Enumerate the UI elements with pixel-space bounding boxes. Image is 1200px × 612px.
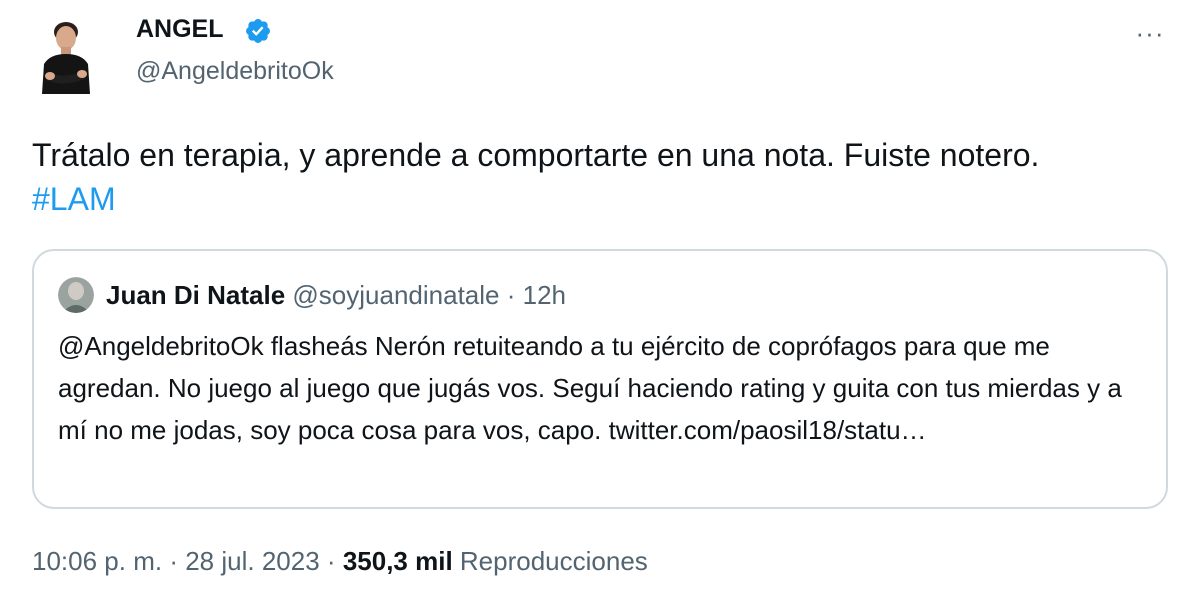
quoted-header: Juan Di Natale @soyjuandinatale · 12h (106, 277, 566, 313)
views-label: Reproducciones (459, 546, 648, 576)
quoted-text: @AngeldebritoOk flasheás Nerón retuitean… (58, 331, 1122, 445)
quoted-author-name: Juan Di Natale (106, 280, 286, 310)
verified-badge-icon (244, 17, 272, 45)
views-count: 350,3 mil (342, 546, 453, 576)
quoted-tweet[interactable]: Juan Di Natale @soyjuandinatale · 12h @A… (32, 249, 1168, 509)
author-avatar[interactable] (30, 14, 102, 94)
more-options-icon[interactable]: ··· (1130, 18, 1170, 48)
tweet-card: ANGEL @AngeldebritoOk ··· Trátalo en ter… (0, 0, 1200, 612)
tweet-text: Trátalo en terapia, y aprende a comporta… (32, 133, 1172, 221)
tweet-body: Trátalo en terapia, y aprende a comporta… (32, 137, 1040, 173)
tweet-time[interactable]: 10:06 p. m. (32, 546, 162, 576)
meta-separator: · (326, 546, 336, 576)
author-handle[interactable]: @AngeldebritoOk (136, 54, 334, 88)
tweet-meta: 10:06 p. m. · 28 jul. 2023 · 350,3 mil R… (32, 543, 648, 579)
author-name[interactable]: ANGEL (136, 12, 224, 46)
meta-separator: · (169, 546, 178, 576)
hashtag-link[interactable]: #LAM (32, 177, 1172, 221)
quoted-timestamp: 12h (522, 280, 567, 310)
quoted-author-handle: @soyjuandinatale (292, 280, 500, 310)
quoted-separator: · (506, 280, 516, 310)
tweet-date[interactable]: 28 jul. 2023 (185, 546, 319, 576)
quoted-author-avatar (58, 277, 94, 313)
